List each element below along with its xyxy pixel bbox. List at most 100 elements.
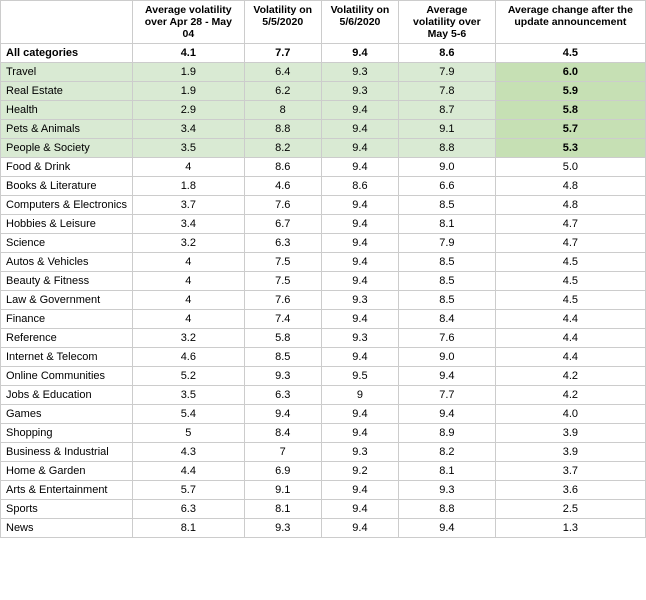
vol-55-cell: 7.4 — [244, 310, 321, 329]
table-row: Sports6.38.19.48.82.5 — [1, 500, 646, 519]
vol-55-cell: 8.1 — [244, 500, 321, 519]
table-row: Science3.26.39.47.94.7 — [1, 234, 646, 253]
table-row: Arts & Entertainment5.79.19.49.33.6 — [1, 481, 646, 500]
vol-56-cell: 9.4 — [321, 500, 398, 519]
change-cell: 5.9 — [495, 82, 645, 101]
change-cell: 3.9 — [495, 424, 645, 443]
vol-avg-56-cell: 8.1 — [399, 462, 496, 481]
vol-55-cell: 7 — [244, 443, 321, 462]
change-cell: 4.2 — [495, 367, 645, 386]
change-cell: 4.7 — [495, 234, 645, 253]
change-cell: 3.6 — [495, 481, 645, 500]
table-row: People & Society3.58.29.48.85.3 — [1, 139, 646, 158]
col-header-vol-55: Volatility on 5/5/2020 — [244, 1, 321, 44]
vol-56-cell: 9.4 — [321, 44, 398, 63]
vol-avg-56-cell: 7.8 — [399, 82, 496, 101]
vol-avg-56-cell: 9.0 — [399, 348, 496, 367]
category-cell: Arts & Entertainment — [1, 481, 133, 500]
vol-avg-cell: 3.7 — [133, 196, 245, 215]
vol-56-cell: 9.4 — [321, 405, 398, 424]
category-cell: Shopping — [1, 424, 133, 443]
table-row: Finance47.49.48.44.4 — [1, 310, 646, 329]
vol-avg-cell: 5.7 — [133, 481, 245, 500]
table-row: Home & Garden4.46.99.28.13.7 — [1, 462, 646, 481]
table-row: News8.19.39.49.41.3 — [1, 519, 646, 538]
category-cell: Reference — [1, 329, 133, 348]
vol-avg-cell: 4 — [133, 253, 245, 272]
col-header-avg-56: Average volatility over May 5-6 — [399, 1, 496, 44]
vol-avg-cell: 3.2 — [133, 329, 245, 348]
change-cell: 4.5 — [495, 291, 645, 310]
col-header-vol-56: Volatility on 5/6/2020 — [321, 1, 398, 44]
table-row: Hobbies & Leisure3.46.79.48.14.7 — [1, 215, 646, 234]
vol-56-cell: 9.3 — [321, 63, 398, 82]
vol-avg-56-cell: 7.9 — [399, 234, 496, 253]
table-row: Law & Government47.69.38.54.5 — [1, 291, 646, 310]
col-header-avg-change: Average change after the update announce… — [495, 1, 645, 44]
vol-avg-cell: 1.9 — [133, 63, 245, 82]
vol-avg-56-cell: 9.4 — [399, 405, 496, 424]
vol-avg-56-cell: 8.8 — [399, 500, 496, 519]
vol-56-cell: 9.4 — [321, 139, 398, 158]
vol-56-cell: 9.3 — [321, 443, 398, 462]
volatility-table: Average volatility over Apr 28 - May 04 … — [0, 0, 646, 538]
vol-avg-cell: 4 — [133, 291, 245, 310]
vol-avg-cell: 3.4 — [133, 215, 245, 234]
vol-56-cell: 9.3 — [321, 82, 398, 101]
vol-55-cell: 9.4 — [244, 405, 321, 424]
vol-55-cell: 7.6 — [244, 196, 321, 215]
vol-avg-56-cell: 8.4 — [399, 310, 496, 329]
vol-avg-56-cell: 8.6 — [399, 44, 496, 63]
vol-55-cell: 7.7 — [244, 44, 321, 63]
table-row: All categories4.17.79.48.64.5 — [1, 44, 646, 63]
vol-avg-cell: 5.4 — [133, 405, 245, 424]
vol-55-cell: 8 — [244, 101, 321, 120]
category-cell: Hobbies & Leisure — [1, 215, 133, 234]
vol-55-cell: 7.5 — [244, 272, 321, 291]
change-cell: 4.8 — [495, 196, 645, 215]
vol-avg-56-cell: 7.6 — [399, 329, 496, 348]
change-cell: 4.5 — [495, 272, 645, 291]
category-cell: Sports — [1, 500, 133, 519]
change-cell: 5.7 — [495, 120, 645, 139]
vol-avg-56-cell: 8.5 — [399, 253, 496, 272]
change-cell: 4.5 — [495, 44, 645, 63]
vol-avg-56-cell: 8.5 — [399, 272, 496, 291]
change-cell: 4.2 — [495, 386, 645, 405]
category-cell: People & Society — [1, 139, 133, 158]
table-row: Business & Industrial4.379.38.23.9 — [1, 443, 646, 462]
vol-avg-cell: 3.5 — [133, 386, 245, 405]
vol-55-cell: 8.4 — [244, 424, 321, 443]
category-cell: Online Communities — [1, 367, 133, 386]
category-cell: Real Estate — [1, 82, 133, 101]
vol-55-cell: 6.7 — [244, 215, 321, 234]
category-cell: Home & Garden — [1, 462, 133, 481]
vol-avg-56-cell: 9.4 — [399, 519, 496, 538]
vol-55-cell: 6.9 — [244, 462, 321, 481]
change-cell: 3.7 — [495, 462, 645, 481]
table-row: Shopping58.49.48.93.9 — [1, 424, 646, 443]
vol-55-cell: 8.8 — [244, 120, 321, 139]
vol-avg-cell: 1.8 — [133, 177, 245, 196]
category-cell: Books & Literature — [1, 177, 133, 196]
category-cell: Computers & Electronics — [1, 196, 133, 215]
vol-56-cell: 9.2 — [321, 462, 398, 481]
vol-55-cell: 8.6 — [244, 158, 321, 177]
vol-56-cell: 9.4 — [321, 253, 398, 272]
vol-56-cell: 9.4 — [321, 424, 398, 443]
vol-55-cell: 7.5 — [244, 253, 321, 272]
vol-56-cell: 9.4 — [321, 234, 398, 253]
change-cell: 2.5 — [495, 500, 645, 519]
vol-avg-cell: 4 — [133, 158, 245, 177]
vol-avg-cell: 4.3 — [133, 443, 245, 462]
vol-avg-cell: 4 — [133, 272, 245, 291]
table-row: Internet & Telecom4.68.59.49.04.4 — [1, 348, 646, 367]
table-row: Autos & Vehicles47.59.48.54.5 — [1, 253, 646, 272]
vol-55-cell: 5.8 — [244, 329, 321, 348]
vol-avg-cell: 5 — [133, 424, 245, 443]
vol-56-cell: 9.5 — [321, 367, 398, 386]
change-cell: 4.8 — [495, 177, 645, 196]
category-cell: News — [1, 519, 133, 538]
vol-55-cell: 9.1 — [244, 481, 321, 500]
vol-avg-cell: 2.9 — [133, 101, 245, 120]
